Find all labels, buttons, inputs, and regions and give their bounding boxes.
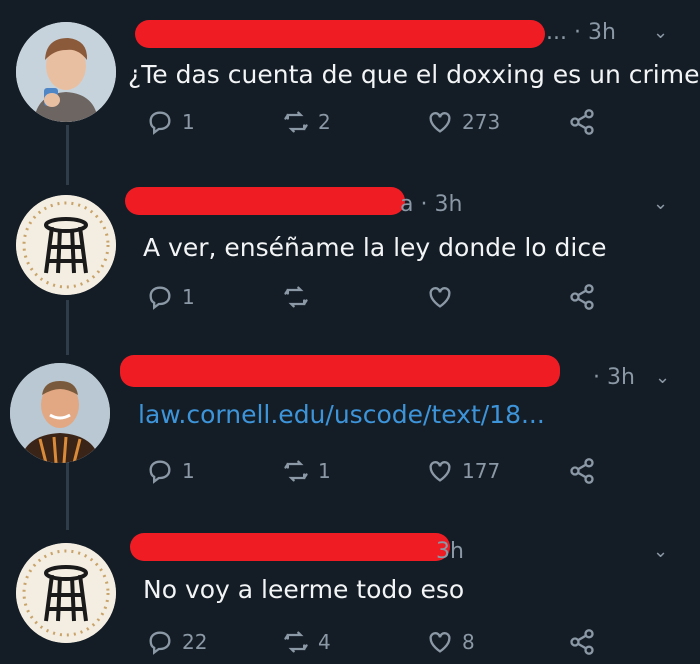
share-button[interactable] (568, 108, 596, 136)
avatar[interactable] (16, 22, 116, 122)
redacted-username (120, 355, 560, 387)
avatar-stool-logo (16, 195, 116, 295)
chevron-down-icon[interactable]: ⌄ (655, 367, 670, 388)
tweet-actions: 22 4 8 (0, 628, 700, 664)
like-icon (429, 287, 451, 308)
like-count: 273 (462, 110, 501, 134)
avatar[interactable] (16, 195, 116, 295)
chevron-down-icon[interactable]: ⌄ (653, 541, 668, 562)
tweet-meta: ... · 3h (546, 20, 616, 45)
redacted-username (135, 20, 545, 48)
avatar-cartoon-man (16, 22, 116, 122)
share-icon (570, 458, 594, 484)
tweet-actions: 1 (0, 283, 700, 319)
reply-icon (149, 286, 171, 310)
like-button[interactable]: 273 (426, 108, 500, 136)
tweet-1[interactable]: ... · 3h ⌄ ¿Te das cuenta de que el doxx… (0, 0, 700, 165)
like-icon (429, 632, 451, 653)
retweet-icon (284, 111, 308, 133)
tweet-actions: 1 1 177 (0, 457, 700, 493)
tweet-actions: 1 2 273 (0, 108, 700, 144)
tweet-text: A ver, enséñame la ley donde lo dice (143, 233, 607, 262)
chevron-down-icon[interactable]: ⌄ (653, 193, 668, 214)
avatar[interactable] (10, 363, 110, 463)
reply-count: 1 (182, 285, 195, 309)
share-icon (570, 109, 594, 135)
like-count: 177 (462, 459, 501, 483)
like-button[interactable] (426, 283, 462, 311)
reply-count: 1 (182, 110, 195, 134)
retweet-count: 4 (318, 630, 331, 654)
retweet-count: 1 (318, 459, 331, 483)
share-button[interactable] (568, 457, 596, 485)
share-button[interactable] (568, 283, 596, 311)
retweet-button[interactable]: 1 (282, 457, 331, 485)
retweet-button[interactable]: 2 (282, 108, 331, 136)
tweet-meta: · 3h (593, 365, 635, 390)
tweet-2[interactable]: a · 3h ⌄ A ver, enséñame la ley donde lo… (0, 165, 700, 335)
retweet-icon (284, 460, 308, 482)
chevron-down-icon[interactable]: ⌄ (653, 22, 668, 43)
retweet-button[interactable]: 4 (282, 628, 331, 656)
like-icon (429, 461, 451, 482)
retweet-icon (284, 631, 308, 653)
tweet-text: ¿Te das cuenta de que el doxxing es un c… (128, 60, 700, 89)
redacted-username (125, 187, 405, 215)
reply-count: 1 (182, 459, 195, 483)
share-icon (570, 284, 594, 310)
tweet-meta: 3h (436, 539, 464, 564)
tweet-3[interactable]: · 3h ⌄ law.cornell.edu/uscode/text/18...… (0, 335, 700, 515)
like-icon (429, 112, 451, 133)
redacted-username (130, 533, 450, 561)
tweet-link[interactable]: law.cornell.edu/uscode/text/18... (138, 400, 545, 429)
retweet-count: 2 (318, 110, 331, 134)
reply-count: 22 (182, 630, 208, 654)
retweet-icon (284, 286, 308, 308)
reply-icon (149, 631, 171, 655)
reply-icon (149, 460, 171, 484)
share-button[interactable] (568, 628, 596, 656)
reply-icon (149, 111, 171, 135)
tweet-4[interactable]: 3h ⌄ No voy a leerme todo eso 22 4 8 (0, 515, 700, 663)
reply-button[interactable]: 1 (146, 108, 195, 136)
retweet-button[interactable] (282, 283, 318, 311)
tweet-meta: a · 3h (400, 192, 463, 217)
avatar-man-photo (10, 363, 110, 463)
like-button[interactable]: 177 (426, 457, 500, 485)
like-count: 8 (462, 630, 475, 654)
share-icon (570, 629, 594, 655)
reply-button[interactable]: 22 (146, 628, 207, 656)
tweet-text: No voy a leerme todo eso (143, 575, 465, 604)
like-button[interactable]: 8 (426, 628, 475, 656)
reply-button[interactable]: 1 (146, 283, 195, 311)
reply-button[interactable]: 1 (146, 457, 195, 485)
